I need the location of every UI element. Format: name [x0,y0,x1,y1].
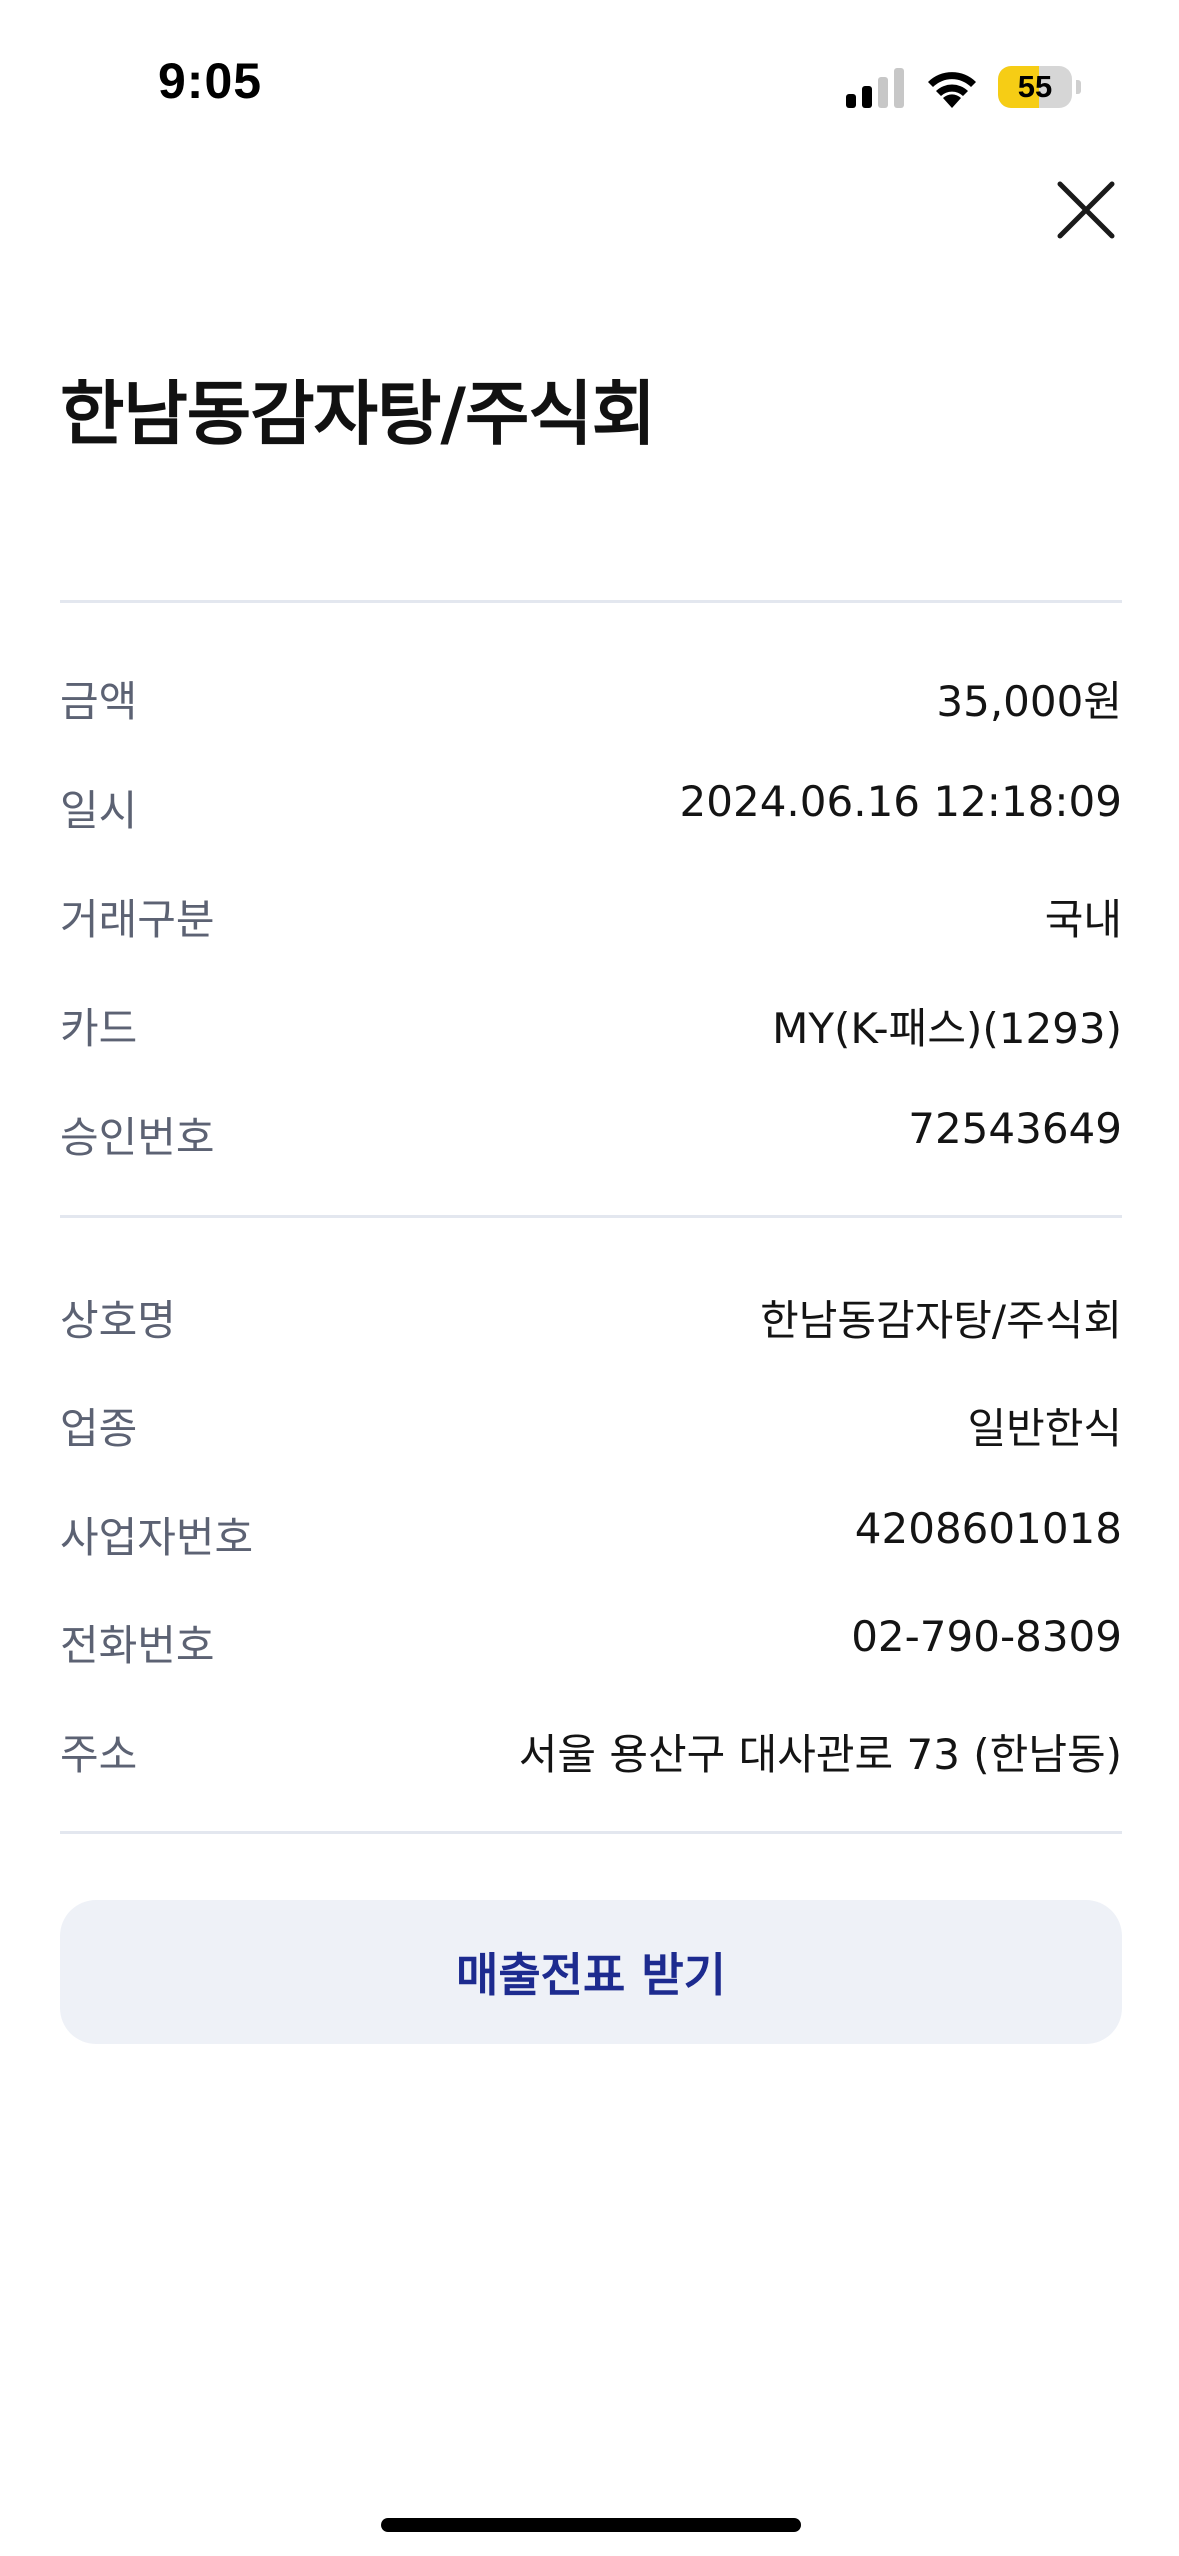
merchant-name-label: 상호명 [60,1296,176,1345]
home-indicator[interactable] [381,2518,801,2532]
approval-number-value: 72543649 [908,1104,1122,1153]
business-type-row: 업종 일반한식 [60,1385,1122,1455]
business-number-row: 사업자번호 4208601018 [60,1494,1122,1564]
transaction-type-value: 국내 [1044,895,1122,944]
datetime-row: 일시 2024.06.16 12:18:09 [60,767,1122,837]
address-label: 주소 [60,1730,138,1779]
signal-icon [846,68,904,108]
status-time: 9:05 [158,53,263,109]
wifi-icon [928,72,976,108]
card-label: 카드 [60,1004,138,1053]
receipt-download-button[interactable]: 매출전표 받기 [60,1900,1122,2044]
business-number-label: 사업자번호 [60,1513,254,1562]
phone-number-label: 전화번호 [60,1621,215,1670]
phone-number-row: 전화번호 02-790-8309 [60,1602,1122,1672]
business-number-value: 4208601018 [854,1504,1122,1553]
page-title: 한남동감자탕/주식회 [60,373,656,455]
divider [60,1831,1122,1834]
amount-row: 금액 35,000원 [60,658,1122,728]
datetime-label: 일시 [60,786,138,835]
merchant-name-value: 한남동감자탕/주식회 [760,1296,1122,1345]
datetime-value: 2024.06.16 12:18:09 [679,777,1122,826]
amount-value: 35,000원 [936,677,1122,726]
business-type-label: 업종 [60,1404,138,1453]
phone-number-value: 02-790-8309 [851,1612,1122,1661]
transaction-type-row: 거래구분 국내 [60,876,1122,946]
divider [60,600,1122,603]
divider [60,1215,1122,1218]
approval-number-row: 승인번호 72543649 [60,1094,1122,1164]
card-value: MY(K-패스)(1293) [772,1004,1122,1053]
battery-icon: 55 [998,66,1082,108]
transaction-type-label: 거래구분 [60,895,215,944]
battery-level: 55 [1017,69,1053,104]
card-row: 카드 MY(K-패스)(1293) [60,985,1122,1055]
amount-label: 금액 [60,677,138,726]
approval-number-label: 승인번호 [60,1113,215,1162]
merchant-name-row: 상호명 한남동감자탕/주식회 [60,1277,1122,1347]
close-icon[interactable] [1048,172,1124,248]
status-bar: 9:05 55 [0,0,1179,175]
address-value: 서울 용산구 대사관로 73 (한남동) [518,1730,1122,1779]
address-row: 주소 서울 용산구 대사관로 73 (한남동) [60,1711,1122,1781]
business-type-value: 일반한식 [967,1404,1122,1453]
